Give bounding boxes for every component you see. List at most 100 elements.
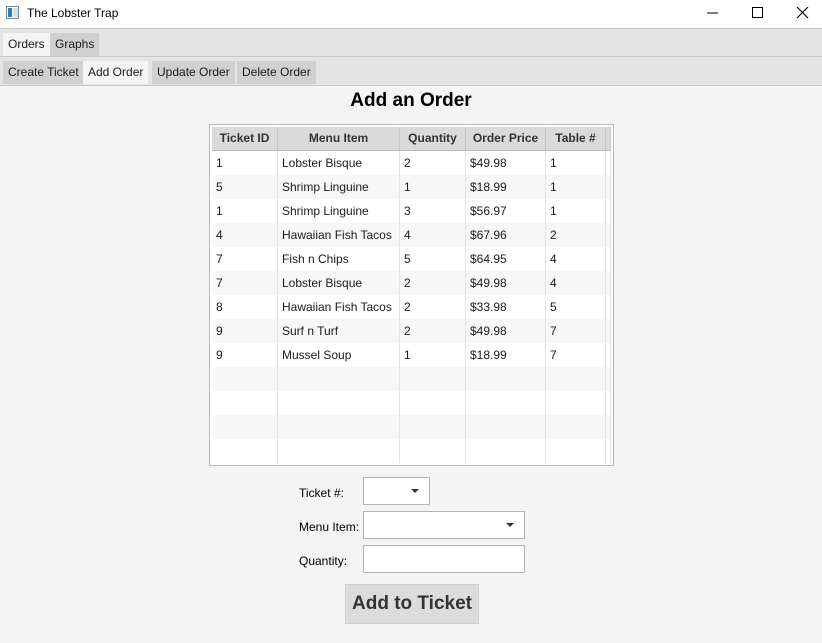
cell-filler (606, 439, 611, 463)
column-header-table-number[interactable]: Table # (546, 127, 606, 150)
cell-menu-item: Shrimp Linguine (278, 175, 400, 199)
cell-order-price: $49.98 (466, 271, 546, 295)
empty-table-row (212, 391, 611, 415)
cell-menu-item: Hawaiian Fish Tacos (278, 295, 400, 319)
empty-table-row (212, 367, 611, 391)
maximize-button[interactable] (735, 0, 781, 28)
cell-filler (606, 151, 611, 175)
cell-ticket-id (212, 415, 278, 439)
tab-orders[interactable]: Orders (3, 33, 50, 56)
tab-update-order[interactable]: Update Order (152, 61, 235, 84)
cell-menu-item (278, 439, 400, 463)
column-header-menu-item[interactable]: Menu Item (278, 127, 400, 150)
cell-table-number (546, 391, 606, 415)
orders-table[interactable]: Ticket ID Menu Item Quantity Order Price… (209, 124, 614, 466)
cell-ticket-id (212, 367, 278, 391)
table-row[interactable]: 9 Surf n Turf 2 $49.98 7 (212, 319, 611, 343)
cell-quantity (400, 391, 466, 415)
cell-order-price: $49.98 (466, 151, 546, 175)
empty-table-row (212, 415, 611, 439)
window-title: The Lobster Trap (27, 6, 119, 20)
table-row[interactable]: 5 Shrimp Linguine 1 $18.99 1 (212, 175, 611, 199)
cell-order-price (466, 415, 546, 439)
quantity-input[interactable] (363, 545, 525, 573)
cell-filler (606, 343, 611, 367)
cell-order-price (466, 439, 546, 463)
cell-ticket-id: 1 (212, 151, 278, 175)
cell-menu-item: Lobster Bisque (278, 271, 400, 295)
column-header-order-price[interactable]: Order Price (466, 127, 546, 150)
page-title: Add an Order (350, 90, 472, 111)
cell-quantity: 4 (400, 223, 466, 247)
cell-order-price: $64.95 (466, 247, 546, 271)
cell-order-price: $49.98 (466, 319, 546, 343)
maximize-icon (752, 7, 763, 18)
cell-ticket-id: 9 (212, 319, 278, 343)
sub-tab-bar: Create Ticket Add Order Update Order Del… (0, 57, 822, 86)
cell-filler (606, 199, 611, 223)
cell-table-number: 7 (546, 319, 606, 343)
column-header-quantity[interactable]: Quantity (400, 127, 466, 150)
cell-table-number: 1 (546, 199, 606, 223)
cell-order-price: $18.99 (466, 343, 546, 367)
cell-quantity (400, 367, 466, 391)
cell-ticket-id: 5 (212, 175, 278, 199)
cell-order-price: $33.98 (466, 295, 546, 319)
table-row[interactable]: 1 Lobster Bisque 2 $49.98 1 (212, 151, 611, 175)
cell-menu-item (278, 367, 400, 391)
table-row[interactable]: 8 Hawaiian Fish Tacos 2 $33.98 5 (212, 295, 611, 319)
window-app-icon (6, 6, 19, 19)
cell-ticket-id: 1 (212, 199, 278, 223)
table-body: 1 Lobster Bisque 2 $49.98 1 5 Shrimp Linguine 1… (212, 151, 611, 463)
cell-table-number: 4 (546, 247, 606, 271)
chevron-down-icon (411, 489, 419, 493)
cell-filler (606, 175, 611, 199)
table-row[interactable]: 7 Fish n Chips 5 $64.95 4 (212, 247, 611, 271)
cell-order-price: $56.97 (466, 199, 546, 223)
title-bar: The Lobster Trap (0, 0, 822, 28)
table-row[interactable]: 4 Hawaiian Fish Tacos 4 $67.96 2 (212, 223, 611, 247)
close-icon (796, 7, 809, 19)
cell-filler (606, 247, 611, 271)
cell-quantity (400, 415, 466, 439)
table-row[interactable]: 9 Mussel Soup 1 $18.99 7 (212, 343, 611, 367)
menu-item-dropdown[interactable] (363, 511, 525, 539)
cell-filler (606, 391, 611, 415)
tab-add-order[interactable]: Add Order (83, 61, 149, 84)
cell-menu-item: Mussel Soup (278, 343, 400, 367)
cell-quantity: 2 (400, 151, 466, 175)
tab-create-ticket[interactable]: Create Ticket (3, 61, 84, 84)
ticket-number-dropdown[interactable] (363, 477, 430, 505)
chevron-down-icon (506, 523, 514, 527)
close-button[interactable] (780, 0, 822, 28)
cell-table-number: 1 (546, 175, 606, 199)
tab-delete-order[interactable]: Delete Order (237, 61, 316, 84)
cell-menu-item: Shrimp Linguine (278, 199, 400, 223)
cell-quantity: 1 (400, 175, 466, 199)
cell-menu-item: Hawaiian Fish Tacos (278, 223, 400, 247)
tab-graphs[interactable]: Graphs (50, 33, 100, 56)
column-header-filler (606, 127, 611, 150)
cell-menu-item (278, 415, 400, 439)
cell-table-number: 4 (546, 271, 606, 295)
cell-filler (606, 295, 611, 319)
cell-table-number: 1 (546, 151, 606, 175)
column-header-ticket-id[interactable]: Ticket ID (212, 127, 278, 150)
cell-quantity: 1 (400, 343, 466, 367)
minimize-button[interactable] (690, 0, 736, 28)
table-row[interactable]: 7 Lobster Bisque 2 $49.98 4 (212, 271, 611, 295)
cell-quantity: 3 (400, 199, 466, 223)
cell-menu-item (278, 391, 400, 415)
cell-table-number: 5 (546, 295, 606, 319)
table-header: Ticket ID Menu Item Quantity Order Price… (212, 127, 611, 151)
cell-filler (606, 367, 611, 391)
table-row[interactable]: 1 Shrimp Linguine 3 $56.97 1 (212, 199, 611, 223)
cell-order-price (466, 367, 546, 391)
cell-filler (606, 223, 611, 247)
cell-menu-item: Fish n Chips (278, 247, 400, 271)
cell-quantity (400, 439, 466, 463)
cell-ticket-id (212, 391, 278, 415)
cell-order-price: $18.99 (466, 175, 546, 199)
add-to-ticket-button[interactable]: Add to Ticket (345, 584, 479, 624)
cell-table-number: 7 (546, 343, 606, 367)
